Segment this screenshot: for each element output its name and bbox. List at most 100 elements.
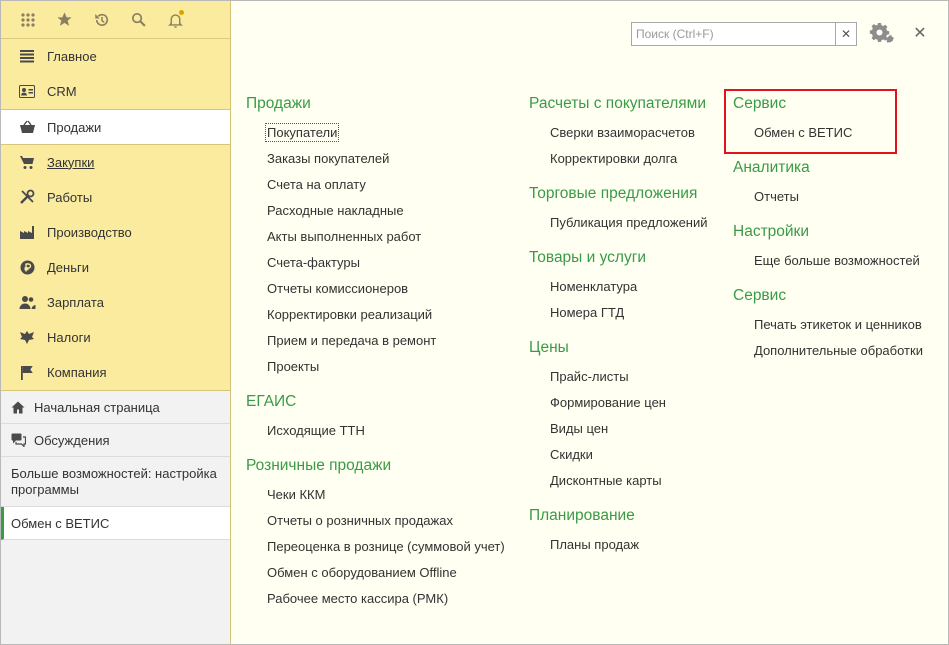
menu-group: Настройки Еще больше возможностей [733,222,923,274]
menu-link[interactable]: Публикация предложений [550,210,708,236]
section-label: Главное [47,48,97,64]
menu-link-label: Корректировки долга [550,151,678,166]
group-title: Сервис [733,287,787,304]
menu-link[interactable]: Отчеты [754,184,923,210]
section-item-taxes[interactable]: Налоги [1,320,230,355]
menu-group: Планирование Планы продаж [529,506,708,558]
section-item-main[interactable]: Главное [1,39,230,74]
menu-lines-icon [17,48,37,64]
close-icon[interactable]: ✕ [910,23,930,43]
menu-link[interactable]: Отчеты комиссионеров [267,276,505,302]
eagle-icon [17,329,37,345]
menu-link[interactable]: Печать этикеток и ценников [754,312,923,338]
menu-link[interactable]: Формирование цен [550,390,708,416]
menu-link[interactable]: Чеки ККМ [267,482,505,508]
menu-link[interactable]: Исходящие ТТН [267,418,505,444]
section-item-production[interactable]: Производство [1,215,230,250]
section-label: Компания [47,364,107,380]
history-icon[interactable] [83,5,120,35]
section-item-works[interactable]: Работы [1,180,230,215]
menu-link[interactable]: Проекты [267,354,505,380]
menu-link[interactable]: Корректировки долга [550,146,708,172]
menu-link[interactable]: Переоценка в рознице (суммовой учет) [267,534,505,560]
menu-link-label: Виды цен [550,421,609,436]
menu-link[interactable]: Прием и передача в ремонт [267,328,505,354]
menu-link[interactable]: Рабочее место кассира (РМК) [267,586,505,612]
discussions-link[interactable]: Обсуждения [1,424,230,457]
apps-icon[interactable] [9,5,46,35]
home-page-link[interactable]: Начальная страница [1,391,230,424]
menu-link[interactable]: Расходные накладные [267,198,505,224]
menu-link-label: Номенклатура [550,279,638,294]
sections-panel: Главное CRM Продажи Закупки Работы Произ… [1,1,231,644]
factory-icon [17,224,37,240]
menu-group: Продажи Покупатели Заказы покупателей Счета… [246,94,505,380]
menu-link-label: Дисконтные карты [550,473,662,488]
section-label: Зарплата [47,294,104,310]
menu-link[interactable]: Сверки взаиморасчетов [550,120,708,146]
menu-link[interactable]: Прайс-листы [550,364,708,390]
section-item-money[interactable]: Деньги [1,250,230,285]
menu-link[interactable]: Дисконтные карты [550,468,708,494]
menu-link[interactable]: Дополнительные обработки [754,338,923,364]
section-label: Продажи [47,119,102,135]
menu-link-label: Рабочее место кассира (РМК) [267,591,449,606]
menu-link[interactable]: Виды цен [550,416,708,442]
bottom-panel: Начальная страница Обсуждения Больше воз… [1,391,230,644]
menu-link[interactable]: Отчеты о розничных продажах [267,508,505,534]
menu-link-label: Формирование цен [550,395,666,410]
section-item-company[interactable]: Компания [1,355,230,390]
search-input[interactable] [632,23,835,45]
menu-link[interactable]: Номенклатура [550,274,708,300]
menu-group: Аналитика Отчеты [733,158,923,210]
section-content: ✕ ✕ Продажи Покупатели Заказы покупателей С… [232,1,948,644]
menu-group: Торговые предложения Публикация предложен… [529,184,708,236]
menu-link[interactable]: Скидки [550,442,708,468]
search-icon[interactable] [120,5,157,35]
menu-link[interactable]: Счета-фактуры [267,250,505,276]
bell-icon[interactable] [157,5,194,35]
people-icon [17,294,37,310]
open-window-vetis[interactable]: Обмен с ВЕТИС [1,507,230,540]
section-item-purchases[interactable]: Закупки [1,145,230,180]
menu-link[interactable]: Заказы покупателей [267,146,505,172]
menu-link[interactable]: Счета на оплату [267,172,505,198]
contact-card-icon [17,83,37,99]
group-title: Планирование [529,507,635,524]
menu-link[interactable]: Планы продаж [550,532,708,558]
settings-gear-icon[interactable] [868,21,896,45]
menu-link-label: Отчеты [754,189,799,204]
group-title: Расчеты с покупателями [529,95,706,112]
menu-column-1: Продажи Покупатели Заказы покупателей Счета… [246,94,505,624]
menu-link-label: Прайс-листы [550,369,629,384]
more-features-link[interactable]: Больше возможностей: настройка программы [1,457,230,507]
menu-link[interactable]: Покупатели [264,120,505,146]
highlight-frame [724,89,897,154]
menu-link-label: Акты выполненных работ [267,229,422,244]
star-icon[interactable] [46,5,83,35]
clear-search-button[interactable]: ✕ [835,23,856,45]
menu-link[interactable]: Акты выполненных работ [267,224,505,250]
menu-link-label: Печать этикеток и ценников [754,317,922,332]
menu-link-label: Чеки ККМ [267,487,326,502]
menu-link-label: Корректировки реализаций [267,307,433,322]
menu-link-label: Переоценка в рознице (суммовой учет) [267,539,505,554]
menu-group: Сервис Печать этикеток и ценников Дополнит… [733,286,923,364]
section-label: Закупки [47,154,95,170]
menu-link[interactable]: Корректировки реализаций [267,302,505,328]
section-label: Налоги [47,329,91,345]
menu-link-label: Публикация предложений [550,215,708,230]
menu-link-label: Дополнительные обработки [754,343,923,358]
menu-link-label: Обмен с оборудованием Offline [267,565,457,580]
menu-group: Цены Прайс-листы Формирование цен Виды цен С… [529,338,708,494]
menu-link[interactable]: Еще больше возможностей [754,248,923,274]
section-item-salary[interactable]: Зарплата [1,285,230,320]
section-item-crm[interactable]: CRM [1,74,230,109]
cart-icon [17,154,37,170]
menu-link-label: Расходные накладные [267,203,404,218]
menu-link[interactable]: Обмен с оборудованием Offline [267,560,505,586]
section-item-sales[interactable]: Продажи [1,109,230,145]
section-list: Главное CRM Продажи Закупки Работы Произ… [1,39,230,391]
tools-icon [17,189,37,205]
menu-link[interactable]: Номера ГТД [550,300,708,326]
